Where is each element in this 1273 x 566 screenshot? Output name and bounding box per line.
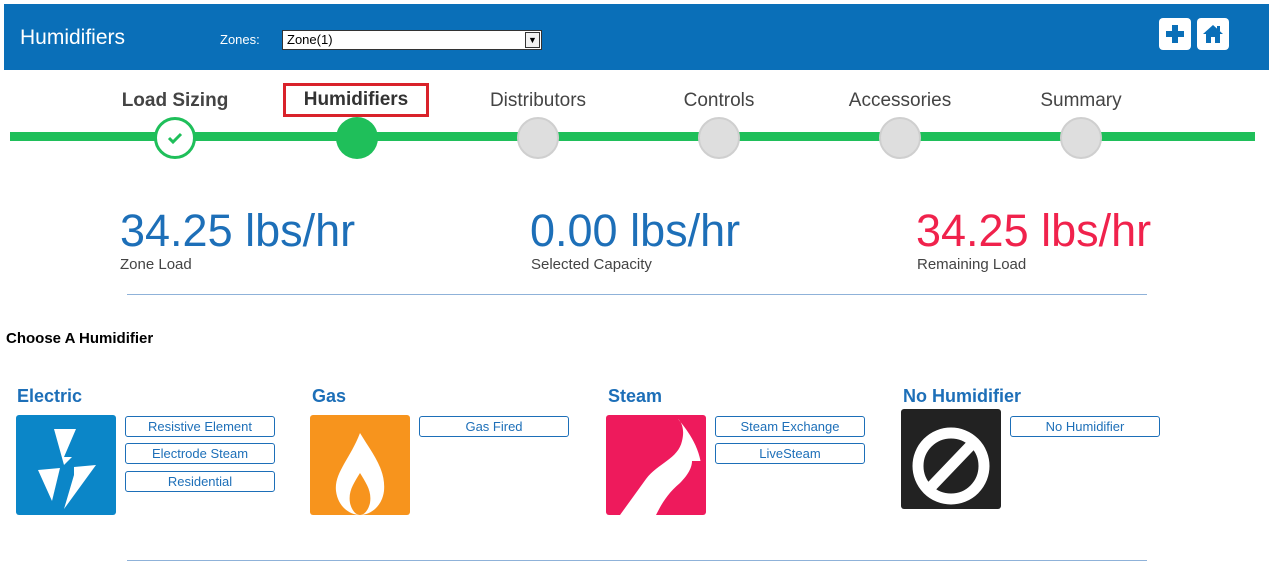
chevron-down-icon[interactable]: ▼ (525, 32, 540, 48)
plus-icon (1166, 25, 1184, 43)
selected-capacity-label: Selected Capacity (531, 256, 652, 273)
prohibited-icon (912, 427, 990, 505)
lightning-bolt-icon (38, 429, 96, 509)
app-title: Humidifiers (20, 26, 126, 49)
zone-select-value: Zone(1) (287, 32, 333, 47)
steam-icon (620, 419, 702, 515)
option-gas-fired[interactable]: Gas Fired (419, 416, 569, 437)
divider-bottom (127, 560, 1147, 561)
category-title-gas: Gas (312, 386, 347, 406)
step-load-sizing[interactable]: Load Sizing (90, 90, 260, 112)
category-title-no-humidifier: No Humidifier (903, 386, 1022, 406)
category-title-electric: Electric (17, 386, 83, 406)
zone-select[interactable]: Zone(1) ▼ (282, 30, 542, 50)
category-title-steam: Steam (608, 386, 663, 406)
step-dot-load-sizing[interactable] (154, 117, 196, 159)
app-header: Humidifiers Zones: Zone(1) ▼ (4, 4, 1269, 70)
step-distributors[interactable]: Distributors (453, 90, 623, 112)
zone-load-value: 34.25 lbs/hr (120, 205, 356, 256)
step-humidifiers[interactable]: Humidifiers (283, 83, 429, 117)
option-steam-exchange[interactable]: Steam Exchange (715, 416, 865, 437)
electric-category-tile[interactable] (16, 415, 116, 515)
home-icon (1203, 25, 1223, 43)
option-residential[interactable]: Residential (125, 471, 275, 492)
zones-label: Zones: (220, 32, 260, 47)
checkmark-icon (167, 132, 183, 145)
step-dot-humidifiers[interactable] (336, 117, 378, 159)
option-resistive-element[interactable]: Resistive Element (125, 416, 275, 437)
gas-category-tile[interactable] (310, 415, 410, 515)
step-dot-accessories[interactable] (879, 117, 921, 159)
option-livesteam[interactable]: LiveSteam (715, 443, 865, 464)
step-summary[interactable]: Summary (996, 90, 1166, 112)
step-dot-controls[interactable] (698, 117, 740, 159)
steam-category-tile[interactable] (606, 415, 706, 515)
no-humidifier-category-tile[interactable] (901, 409, 1001, 509)
selected-capacity-value: 0.00 lbs/hr (530, 205, 741, 256)
step-controls[interactable]: Controls (634, 90, 804, 112)
remaining-load-value: 34.25 lbs/hr (916, 205, 1152, 256)
option-electrode-steam[interactable]: Electrode Steam (125, 443, 275, 464)
zone-load-label: Zone Load (120, 256, 192, 273)
step-dot-summary[interactable] (1060, 117, 1102, 159)
step-accessories[interactable]: Accessories (815, 90, 985, 112)
home-button[interactable] (1197, 18, 1229, 50)
option-no-humidifier[interactable]: No Humidifier (1010, 416, 1160, 437)
flame-icon (335, 433, 385, 515)
section-title: Choose A Humidifier (6, 330, 154, 347)
step-dot-distributors[interactable] (517, 117, 559, 159)
remaining-load-label: Remaining Load (917, 256, 1027, 273)
divider (127, 294, 1147, 295)
add-button[interactable] (1159, 18, 1191, 50)
